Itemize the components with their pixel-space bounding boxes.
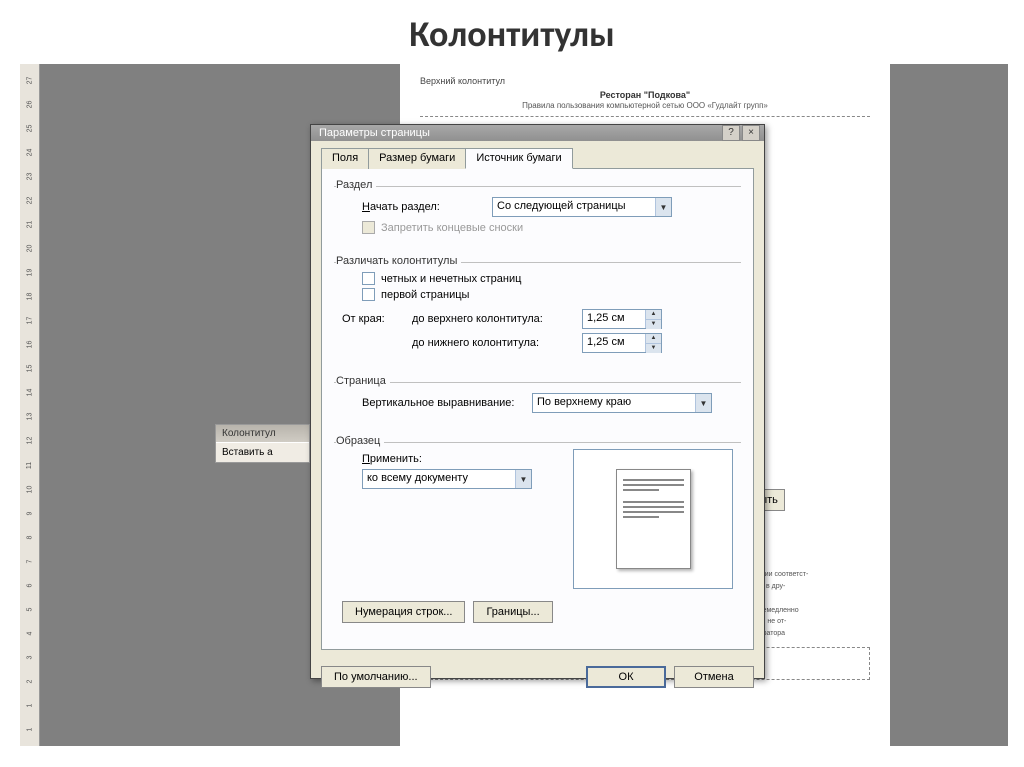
suppress-endnotes-label: Запретить концевые сноски <box>381 222 523 234</box>
odd-even-label: четных и нечетных страниц <box>381 273 521 285</box>
dialog-footer: По умолчанию... ОК Отмена <box>311 658 764 698</box>
valign-label: Вертикальное выравнивание: <box>342 397 532 409</box>
spinner-up-icon[interactable]: ▲ <box>646 310 661 320</box>
from-edge-label: От края: <box>342 313 412 325</box>
page-legend: Страница <box>336 375 390 387</box>
start-section-label: Начать раздел: <box>342 201 492 213</box>
insert-autotext-button[interactable]: Вставить а <box>216 442 309 462</box>
footer-distance-spinner[interactable]: 1,25 см ▲▼ <box>582 333 662 353</box>
apply-to-label: Применить: <box>362 453 422 465</box>
sample-fieldset: Образец Применить: ко всему документу ▼ <box>334 435 741 631</box>
section-fieldset: Раздел Начать раздел: Со следующей стран… <box>334 179 741 245</box>
suppress-endnotes-checkbox <box>362 221 375 234</box>
odd-even-checkbox[interactable] <box>362 272 375 285</box>
default-button[interactable]: По умолчанию... <box>321 666 431 688</box>
apply-to-combo[interactable]: ко всему документу ▼ <box>362 469 532 489</box>
tab-panel-paper-source: Раздел Начать раздел: Со следующей стран… <box>321 168 754 650</box>
screenshot-area: 2726252423222120191817161514131211109876… <box>20 64 1008 746</box>
first-page-label: первой страницы <box>381 289 469 301</box>
sample-legend: Образец <box>336 435 384 447</box>
tab-1[interactable]: Размер бумаги <box>368 148 466 169</box>
close-button[interactable]: × <box>742 125 760 141</box>
tab-2[interactable]: Источник бумаги <box>465 148 572 169</box>
header-footer-toolbar[interactable]: Колонтитул Вставить а <box>215 424 310 463</box>
preview-box <box>573 449 733 589</box>
cancel-button[interactable]: Отмена <box>674 666 754 688</box>
header-region[interactable]: Верхний колонтитул Ресторан "Подкова" Пр… <box>420 76 870 117</box>
borders-button[interactable]: Границы... <box>473 601 552 623</box>
dialog-title: Параметры страницы <box>319 127 430 139</box>
page-fieldset: Страница Вертикальное выравнивание: По в… <box>334 375 741 425</box>
to-header-label: до верхнего колонтитула: <box>412 313 582 325</box>
spinner-up-icon[interactable]: ▲ <box>646 334 661 344</box>
tabs: ПоляРазмер бумагиИсточник бумаги <box>321 147 754 168</box>
start-section-combo[interactable]: Со следующей страницы ▼ <box>492 197 672 217</box>
line-numbers-button[interactable]: Нумерация строк... <box>342 601 465 623</box>
page-setup-dialog: Параметры страницы ? × ПоляРазмер бумаги… <box>310 124 765 679</box>
page-preview-icon <box>616 469 691 569</box>
headers-footers-legend: Различать колонтитулы <box>336 255 461 267</box>
vertical-ruler: 2726252423222120191817161514131211109876… <box>20 64 40 746</box>
first-page-checkbox[interactable] <box>362 288 375 301</box>
header-distance-spinner[interactable]: 1,25 см ▲▼ <box>582 309 662 329</box>
tab-0[interactable]: Поля <box>321 148 369 169</box>
header-label: Верхний колонтитул <box>420 76 870 88</box>
valign-combo[interactable]: По верхнему краю ▼ <box>532 393 712 413</box>
chevron-down-icon[interactable]: ▼ <box>695 394 711 412</box>
spinner-down-icon[interactable]: ▼ <box>646 344 661 353</box>
spinner-down-icon[interactable]: ▼ <box>646 320 661 329</box>
section-legend: Раздел <box>336 179 376 191</box>
chevron-down-icon[interactable]: ▼ <box>655 198 671 216</box>
help-button[interactable]: ? <box>722 125 740 141</box>
dialog-titlebar[interactable]: Параметры страницы ? × <box>311 125 764 141</box>
start-section-value: Со следующей страницы <box>493 198 655 216</box>
header-subtitle: Правила пользования компьютерной сетью О… <box>420 101 870 111</box>
toolbar-title: Колонтитул <box>216 425 309 442</box>
headers-footers-fieldset: Различать колонтитулы четных и нечетных … <box>334 255 741 365</box>
slide-title: Колонтитулы <box>0 0 1024 64</box>
to-footer-label: до нижнего колонтитула: <box>412 337 582 349</box>
chevron-down-icon[interactable]: ▼ <box>515 470 531 488</box>
ok-button[interactable]: ОК <box>586 666 666 688</box>
header-restaurant-title: Ресторан "Подкова" <box>420 90 870 102</box>
